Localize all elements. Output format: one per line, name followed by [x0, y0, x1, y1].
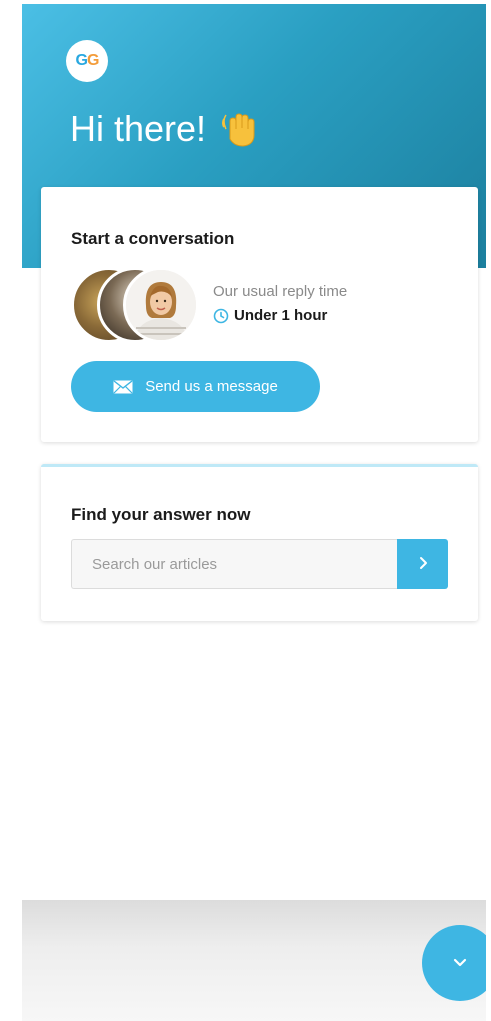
chevron-down-icon: [451, 953, 469, 974]
greeting-title: Hi there!: [70, 108, 260, 150]
footer-shade: [22, 900, 486, 1021]
brand-logo: GG: [66, 40, 108, 82]
article-search: [71, 539, 448, 589]
start-conversation-title: Start a conversation: [71, 229, 235, 248]
chevron-right-icon: [416, 556, 430, 573]
find-answer-card: Find your answer now: [41, 464, 478, 621]
start-conversation-card: Start a conversation Our usual reply tim…: [41, 187, 478, 442]
reply-time-text: Under 1 hour: [234, 307, 328, 324]
find-answer-title: Find your answer now: [71, 505, 251, 524]
send-message-button[interactable]: Send us a message: [71, 361, 320, 412]
avatar: [123, 267, 199, 343]
reply-time-value: Under 1 hour: [213, 307, 327, 324]
envelope-icon: [113, 379, 133, 394]
team-avatars: [71, 267, 201, 343]
send-message-label: Send us a message: [145, 378, 278, 395]
reply-time-label: Our usual reply time: [213, 283, 348, 300]
search-input[interactable]: [71, 539, 397, 589]
clock-icon: [213, 308, 229, 324]
waving-hand-icon: [220, 109, 260, 149]
search-submit-button[interactable]: [397, 539, 448, 589]
messenger-panel: GG Hi there! Start a conversation Our us…: [22, 4, 486, 1021]
greeting-text: Hi there!: [70, 108, 207, 149]
